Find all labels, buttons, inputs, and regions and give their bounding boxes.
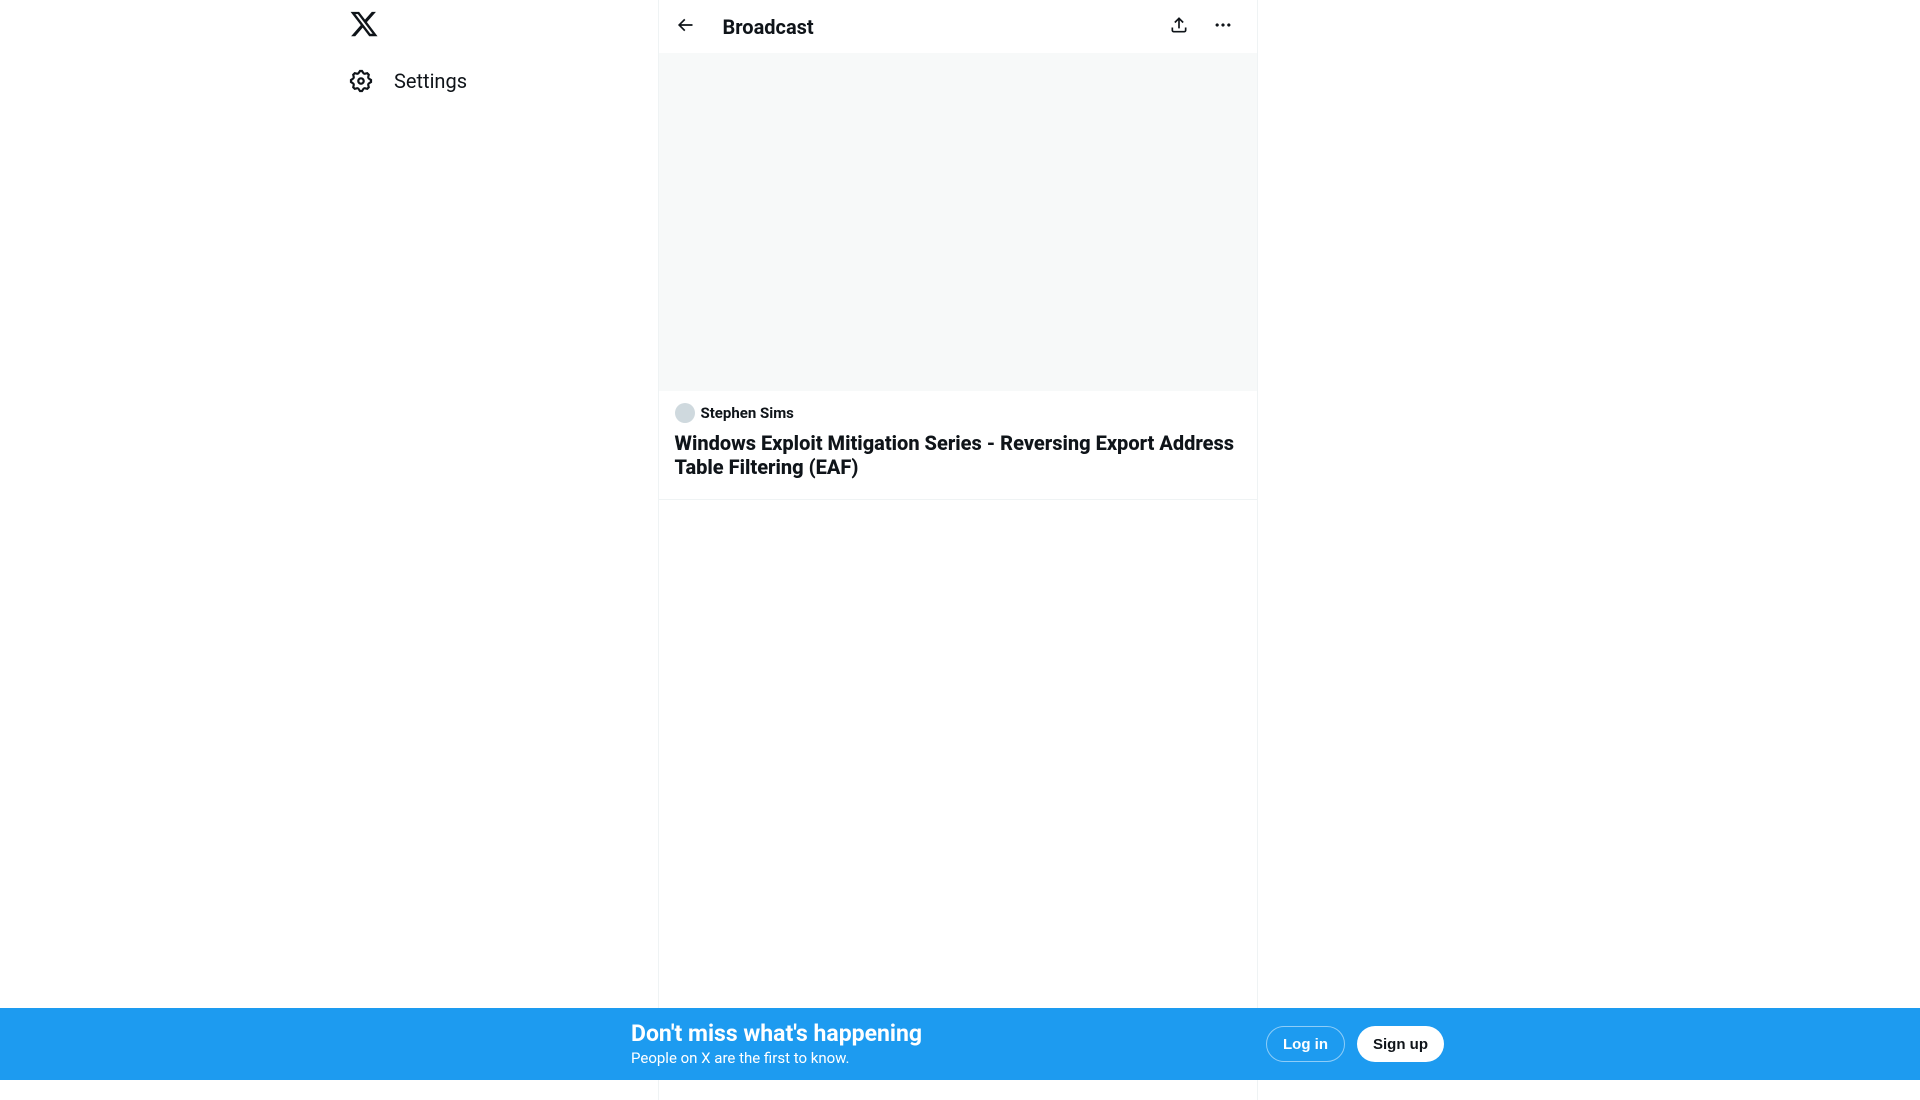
broadcast-title: Windows Exploit Mitigation Series - Reve… [675, 431, 1241, 479]
gear-icon [348, 68, 374, 94]
more-horizontal-icon [1213, 15, 1233, 39]
avatar [675, 403, 695, 423]
arrow-left-icon [675, 15, 695, 39]
logo-link[interactable] [338, 0, 390, 52]
author-name: Stephen Sims [701, 404, 794, 422]
sidebar-item-settings[interactable]: Settings [336, 56, 495, 106]
x-logo-icon [349, 9, 379, 43]
login-button[interactable]: Log in [1266, 1026, 1345, 1062]
main-content: Broadcast [658, 0, 1258, 1100]
more-button[interactable] [1205, 9, 1241, 45]
banner-text: Don't miss what's happening People on X … [631, 1020, 1266, 1068]
sidebar-item-label: Settings [394, 69, 467, 93]
header-actions [1161, 9, 1241, 45]
app-container: Settings Broadcast [0, 0, 1920, 1100]
banner-subtitle: People on X are the first to know. [631, 1048, 1266, 1068]
page-header: Broadcast [659, 0, 1257, 53]
broadcast-info: Stephen Sims Windows Exploit Mitigation … [659, 391, 1257, 500]
signup-banner: Don't miss what's happening People on X … [0, 1008, 1920, 1080]
layout: Settings Broadcast [328, 0, 1593, 1100]
author-row[interactable]: Stephen Sims [675, 403, 1241, 423]
signup-button[interactable]: Sign up [1357, 1026, 1444, 1062]
share-icon [1169, 15, 1189, 39]
video-player-placeholder[interactable] [659, 53, 1257, 391]
banner-actions: Log in Sign up [1266, 1026, 1444, 1062]
back-button[interactable] [667, 9, 703, 45]
share-button[interactable] [1161, 9, 1197, 45]
banner-title: Don't miss what's happening [631, 1020, 1266, 1048]
sidebar: Settings [328, 0, 603, 1080]
page-title: Broadcast [723, 15, 1161, 39]
banner-content: Don't miss what's happening People on X … [460, 1020, 1460, 1068]
